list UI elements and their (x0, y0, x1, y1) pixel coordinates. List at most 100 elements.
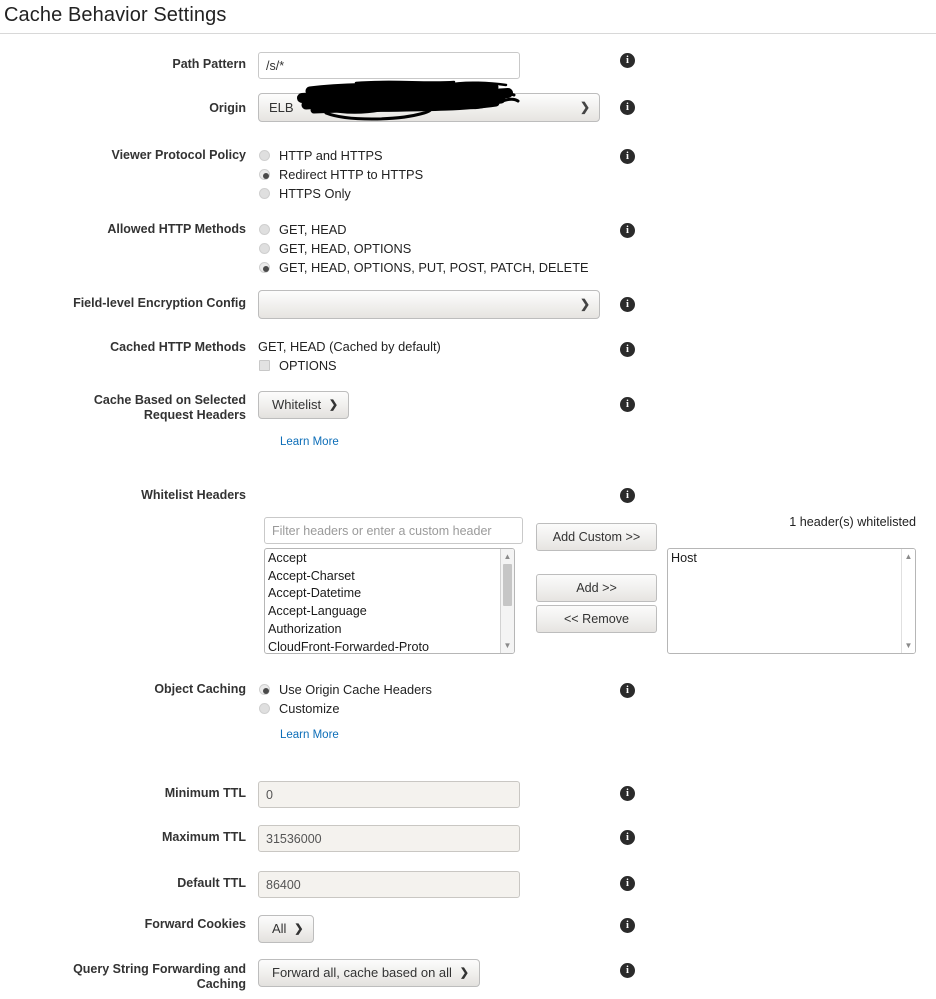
info-icon[interactable] (620, 297, 635, 312)
whitelist-filter-input[interactable] (264, 517, 523, 544)
radio-icon[interactable] (259, 150, 270, 161)
add-header-button[interactable]: Add >> (536, 574, 657, 602)
whitelist-count-text: 1 header(s) whitelisted (789, 515, 916, 529)
info-icon[interactable] (620, 876, 635, 891)
info-icon[interactable] (620, 223, 635, 238)
list-item[interactable]: Accept-Datetime (268, 585, 500, 603)
info-icon[interactable] (620, 53, 635, 68)
title-divider (0, 33, 936, 34)
radio-icon-selected[interactable] (259, 684, 270, 695)
radio-icon[interactable] (259, 243, 270, 254)
checkbox-icon[interactable] (259, 360, 270, 371)
option-label: Redirect HTTP to HTTPS (279, 167, 424, 182)
allowed-http-methods-label: Allowed HTTP Methods (107, 222, 246, 236)
radio-option-get-head-options[interactable]: GET, HEAD, OPTIONS (258, 239, 589, 258)
info-icon[interactable] (620, 397, 635, 412)
radio-icon[interactable] (259, 188, 270, 199)
cache-based-on-headers-value: Whitelist (272, 397, 322, 412)
field-level-encryption-config-label: Field-level Encryption Config (73, 296, 246, 310)
option-label: GET, HEAD, OPTIONS, PUT, POST, PATCH, DE… (279, 260, 589, 275)
chevron-down-icon: ❯ (579, 100, 590, 114)
radio-icon[interactable] (259, 703, 270, 714)
whitelist-headers-label: Whitelist Headers (141, 488, 246, 502)
query-string-forwarding-label-line2: Caching (196, 977, 246, 991)
info-icon[interactable] (620, 918, 635, 933)
minimum-ttl-label: Minimum TTL (164, 786, 246, 800)
checkbox-option-options[interactable]: OPTIONS (258, 356, 441, 375)
radio-option-customize[interactable]: Customize (258, 699, 432, 718)
available-headers-items: Accept Accept-Charset Accept-Datetime Ac… (265, 549, 500, 653)
option-label: HTTP and HTTPS (279, 148, 383, 163)
query-string-forwarding-select[interactable]: Forward all, cache based on all ❯ (258, 959, 480, 987)
query-string-forwarding-label: Query String Forwarding and Caching (0, 962, 246, 992)
cache-based-on-headers-select[interactable]: Whitelist ❯ (258, 391, 350, 419)
chevron-down-icon: ❯ (294, 923, 304, 935)
maximum-ttl-label: Maximum TTL (161, 830, 246, 844)
option-label: Customize (279, 701, 340, 716)
info-icon[interactable] (620, 963, 635, 978)
cached-http-methods-label: Cached HTTP Methods (110, 340, 246, 354)
origin-label: Origin (209, 101, 246, 115)
list-item[interactable]: Host (671, 550, 901, 568)
minimum-ttl-input[interactable] (258, 781, 520, 808)
radio-option-https-only[interactable]: HTTPS Only (258, 184, 423, 203)
selected-headers-scrollbar[interactable]: ▲ ▼ (901, 549, 915, 653)
scroll-up-arrow-icon[interactable]: ▲ (501, 550, 514, 563)
cache-based-on-headers-label-line2: Request Headers (143, 408, 246, 422)
path-pattern-label: Path Pattern (172, 57, 246, 71)
selected-headers-listbox[interactable]: Host ▲ ▼ (667, 548, 916, 654)
origin-select-value: ELB (269, 100, 294, 115)
cache-behavior-settings-page: Cache Behavior Settings Path Pattern Ori… (0, 0, 936, 999)
query-string-forwarding-label-line1: Query String Forwarding and (73, 962, 246, 976)
option-label: Use Origin Cache Headers (279, 682, 432, 697)
field-level-encryption-config-select[interactable]: ❯ (258, 290, 600, 319)
radio-option-http-and-https[interactable]: HTTP and HTTPS (258, 146, 423, 165)
info-icon[interactable] (620, 342, 635, 357)
viewer-protocol-policy-label: Viewer Protocol Policy (111, 148, 246, 162)
info-icon[interactable] (620, 683, 635, 698)
learn-more-link-headers[interactable]: Learn More (280, 436, 339, 448)
list-item[interactable]: CloudFront-Forwarded-Proto (268, 639, 500, 653)
cached-http-methods-static-text: GET, HEAD (Cached by default) (258, 339, 441, 354)
forward-cookies-label: Forward Cookies (144, 917, 246, 931)
radio-icon[interactable] (259, 224, 270, 235)
forward-cookies-select[interactable]: All ❯ (258, 915, 315, 943)
chevron-down-icon: ❯ (579, 297, 590, 311)
object-caching-label: Object Caching (154, 682, 246, 696)
option-label: GET, HEAD, OPTIONS (279, 241, 412, 256)
info-icon[interactable] (620, 786, 635, 801)
maximum-ttl-input[interactable] (258, 825, 520, 852)
list-item[interactable]: Accept-Charset (268, 568, 500, 586)
cache-based-on-headers-label: Cache Based on Selected Request Headers (0, 393, 246, 423)
radio-icon-selected[interactable] (259, 262, 270, 273)
radio-option-get-head-options-put-post-patch-delete[interactable]: GET, HEAD, OPTIONS, PUT, POST, PATCH, DE… (258, 258, 589, 277)
list-item[interactable]: Accept-Language (268, 603, 500, 621)
info-icon[interactable] (620, 488, 635, 503)
remove-header-button[interactable]: << Remove (536, 605, 657, 633)
list-item[interactable]: Accept (268, 550, 500, 568)
learn-more-link-object-caching[interactable]: Learn More (280, 729, 339, 741)
path-pattern-input[interactable] (258, 52, 520, 79)
available-headers-listbox[interactable]: Accept Accept-Charset Accept-Datetime Ac… (264, 548, 515, 654)
origin-select[interactable]: ELB ❯ (258, 93, 600, 122)
scroll-down-arrow-icon[interactable]: ▼ (902, 639, 915, 652)
option-label: GET, HEAD (279, 222, 347, 237)
default-ttl-input[interactable] (258, 871, 520, 898)
scroll-up-arrow-icon[interactable]: ▲ (902, 550, 915, 563)
radio-icon-selected[interactable] (259, 169, 270, 180)
available-headers-scrollbar[interactable]: ▲ ▼ (500, 549, 514, 653)
default-ttl-label: Default TTL (177, 876, 246, 890)
radio-option-use-origin-cache-headers[interactable]: Use Origin Cache Headers (258, 680, 432, 699)
info-icon[interactable] (620, 830, 635, 845)
info-icon[interactable] (620, 149, 635, 164)
cache-based-on-headers-label-line1: Cache Based on Selected (93, 393, 246, 407)
radio-option-redirect-http-to-https[interactable]: Redirect HTTP to HTTPS (258, 165, 423, 184)
option-label: OPTIONS (279, 358, 337, 373)
chevron-down-icon: ❯ (328, 399, 339, 411)
radio-option-get-head[interactable]: GET, HEAD (258, 220, 589, 239)
page-title: Cache Behavior Settings (4, 4, 227, 26)
list-item[interactable]: Authorization (268, 621, 500, 639)
scroll-down-arrow-icon[interactable]: ▼ (501, 639, 514, 652)
scrollbar-thumb[interactable] (503, 564, 512, 606)
info-icon[interactable] (620, 100, 635, 115)
